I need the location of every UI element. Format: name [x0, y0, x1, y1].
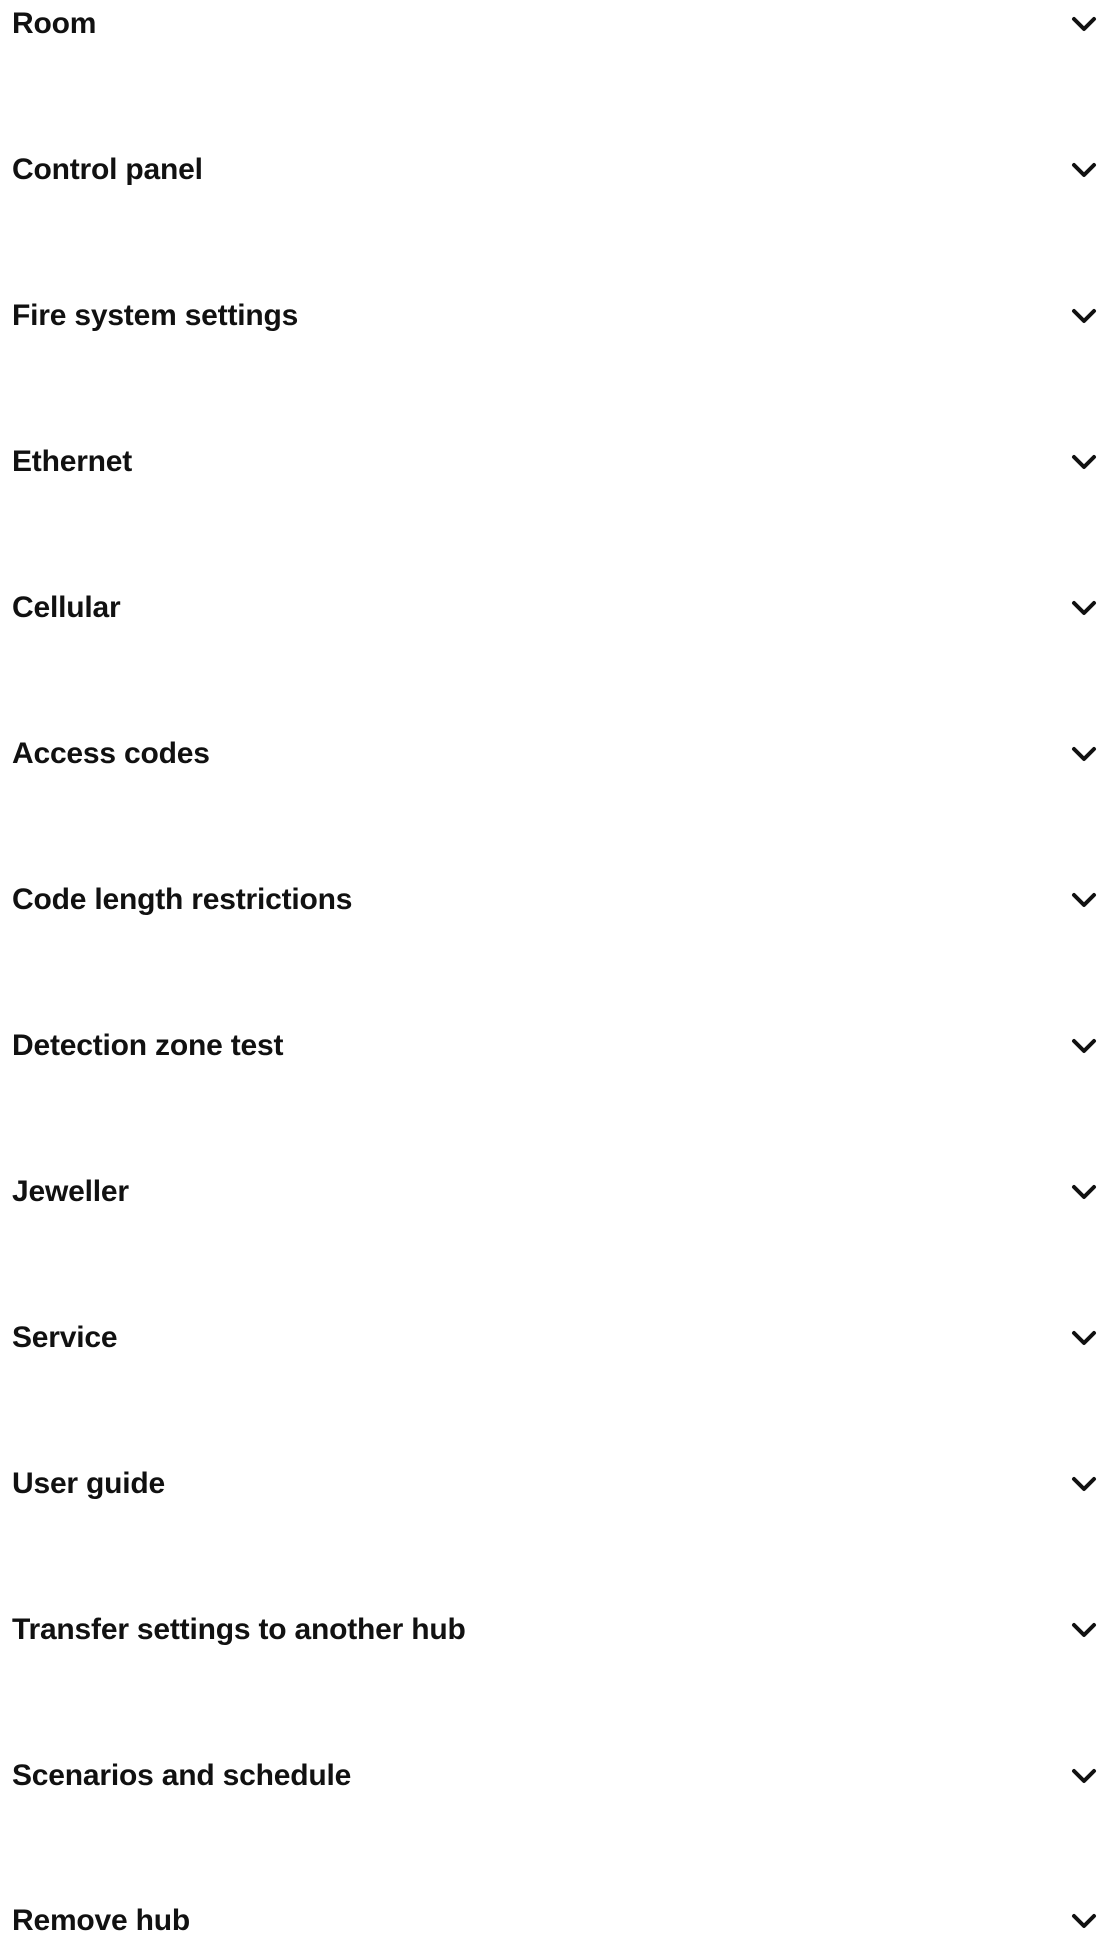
accordion-item-room[interactable]: Room — [0, 0, 1111, 50]
chevron-down-icon[interactable] — [1068, 8, 1100, 40]
chevron-down-icon[interactable] — [1068, 300, 1100, 332]
accordion-item-detection-zone-test[interactable]: Detection zone test — [0, 1020, 1111, 1072]
accordion-item-label: Cellular — [12, 591, 121, 624]
accordion-item-label: Control panel — [12, 153, 203, 186]
chevron-down-icon[interactable] — [1068, 738, 1100, 770]
accordion-item-fire-system-settings[interactable]: Fire system settings — [0, 290, 1111, 342]
chevron-down-icon[interactable] — [1068, 1614, 1100, 1646]
accordion-item-transfer-settings[interactable]: Transfer settings to another hub — [0, 1604, 1111, 1656]
chevron-down-icon[interactable] — [1068, 1322, 1100, 1354]
chevron-down-icon[interactable] — [1068, 1468, 1100, 1500]
accordion-item-label: User guide — [12, 1467, 166, 1500]
accordion-item-label: Jeweller — [12, 1175, 129, 1208]
chevron-down-icon[interactable] — [1068, 1905, 1100, 1937]
accordion-item-label: Scenarios and schedule — [12, 1759, 352, 1792]
chevron-down-icon[interactable] — [1068, 1176, 1100, 1208]
accordion-item-label: Code length restrictions — [12, 883, 353, 916]
accordion-item-label: Detection zone test — [12, 1029, 284, 1062]
chevron-down-icon[interactable] — [1068, 446, 1100, 478]
accordion-item-label: Remove hub — [12, 1904, 191, 1937]
accordion-item-label: Ethernet — [12, 445, 133, 478]
accordion-item-code-length-restrictions[interactable]: Code length restrictions — [0, 874, 1111, 926]
accordion-item-remove-hub[interactable]: Remove hub — [0, 1895, 1111, 1937]
accordion-item-label: Access codes — [12, 737, 210, 770]
accordion-item-ethernet[interactable]: Ethernet — [0, 436, 1111, 488]
accordion-item-label: Transfer settings to another hub — [12, 1613, 466, 1646]
accordion-item-scenarios-and-schedule[interactable]: Scenarios and schedule — [0, 1750, 1111, 1802]
accordion-item-jeweller[interactable]: Jeweller — [0, 1166, 1111, 1218]
accordion-item-label: Room — [12, 7, 97, 40]
chevron-down-icon[interactable] — [1068, 154, 1100, 186]
accordion-item-access-codes[interactable]: Access codes — [0, 728, 1111, 780]
chevron-down-icon[interactable] — [1068, 1760, 1100, 1792]
settings-accordion-list: Room Control panel Fire system settings … — [0, 0, 1111, 1937]
chevron-down-icon[interactable] — [1068, 592, 1100, 624]
accordion-item-service[interactable]: Service — [0, 1312, 1111, 1364]
chevron-down-icon[interactable] — [1068, 884, 1100, 916]
accordion-item-label: Service — [12, 1321, 118, 1354]
accordion-item-label: Fire system settings — [12, 299, 299, 332]
accordion-item-control-panel[interactable]: Control panel — [0, 144, 1111, 196]
chevron-down-icon[interactable] — [1068, 1030, 1100, 1062]
accordion-item-cellular[interactable]: Cellular — [0, 582, 1111, 634]
accordion-item-user-guide[interactable]: User guide — [0, 1458, 1111, 1510]
